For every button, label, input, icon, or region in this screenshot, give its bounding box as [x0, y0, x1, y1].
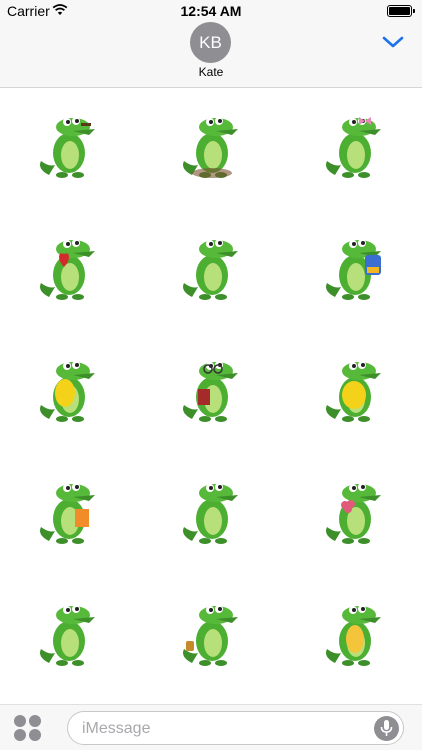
crocodile-icon	[183, 605, 238, 666]
crocodile-sticker-glasses-book[interactable]	[161, 340, 261, 436]
crocodile-sticker-flower[interactable]	[304, 462, 404, 558]
crocodile-sticker-surprised[interactable]	[18, 340, 118, 436]
crocodile-icon	[326, 361, 381, 422]
crocodile-sticker-lantern[interactable]	[161, 584, 261, 680]
crocodile-sticker-pointing[interactable]	[18, 96, 118, 192]
message-placeholder: iMessage	[82, 720, 151, 737]
crocodile-sticker-yellow-belly[interactable]	[304, 340, 404, 436]
crocodile-icon	[40, 239, 95, 300]
message-input-bar: iMessage	[0, 704, 422, 750]
battery-icon	[387, 5, 415, 17]
crocodile-icon	[326, 239, 381, 300]
clock: 12:54 AM	[180, 3, 242, 19]
app-drawer-icon[interactable]	[14, 715, 42, 741]
crocodile-icon	[40, 117, 95, 178]
crocodile-icon	[326, 483, 381, 544]
crocodile-sticker-standing[interactable]	[304, 584, 404, 680]
chevron-down-icon[interactable]	[382, 35, 404, 49]
crocodile-icon	[183, 239, 238, 300]
crocodile-icon	[326, 117, 381, 178]
sticker-grid	[0, 96, 422, 704]
crocodile-icon	[183, 361, 238, 422]
battery-level	[389, 7, 410, 15]
microphone-icon[interactable]	[374, 716, 399, 741]
avatar[interactable]: KB	[190, 22, 231, 63]
crocodile-sticker-bow[interactable]	[304, 96, 404, 192]
crocodile-sticker-sitting[interactable]	[161, 96, 261, 192]
crocodile-sticker-waving[interactable]	[18, 584, 118, 680]
crocodile-sticker-dancing[interactable]	[161, 462, 261, 558]
crocodile-sticker-running[interactable]	[161, 218, 261, 314]
crocodile-icon	[40, 361, 95, 422]
status-bar: Carrier 12:54 AM	[0, 0, 422, 22]
crocodile-icon	[326, 605, 381, 666]
crocodile-icon	[40, 483, 95, 544]
crocodile-icon	[183, 483, 238, 544]
crocodile-sticker-backpack[interactable]	[304, 218, 404, 314]
crocodile-sticker-orange-book[interactable]	[18, 462, 118, 558]
crocodile-icon	[183, 117, 238, 178]
message-input[interactable]: iMessage	[67, 711, 404, 745]
conversation-header: KB Kate	[0, 22, 422, 88]
crocodile-sticker-hearts[interactable]	[18, 218, 118, 314]
contact-name[interactable]: Kate	[0, 65, 422, 79]
crocodile-icon	[40, 605, 95, 666]
